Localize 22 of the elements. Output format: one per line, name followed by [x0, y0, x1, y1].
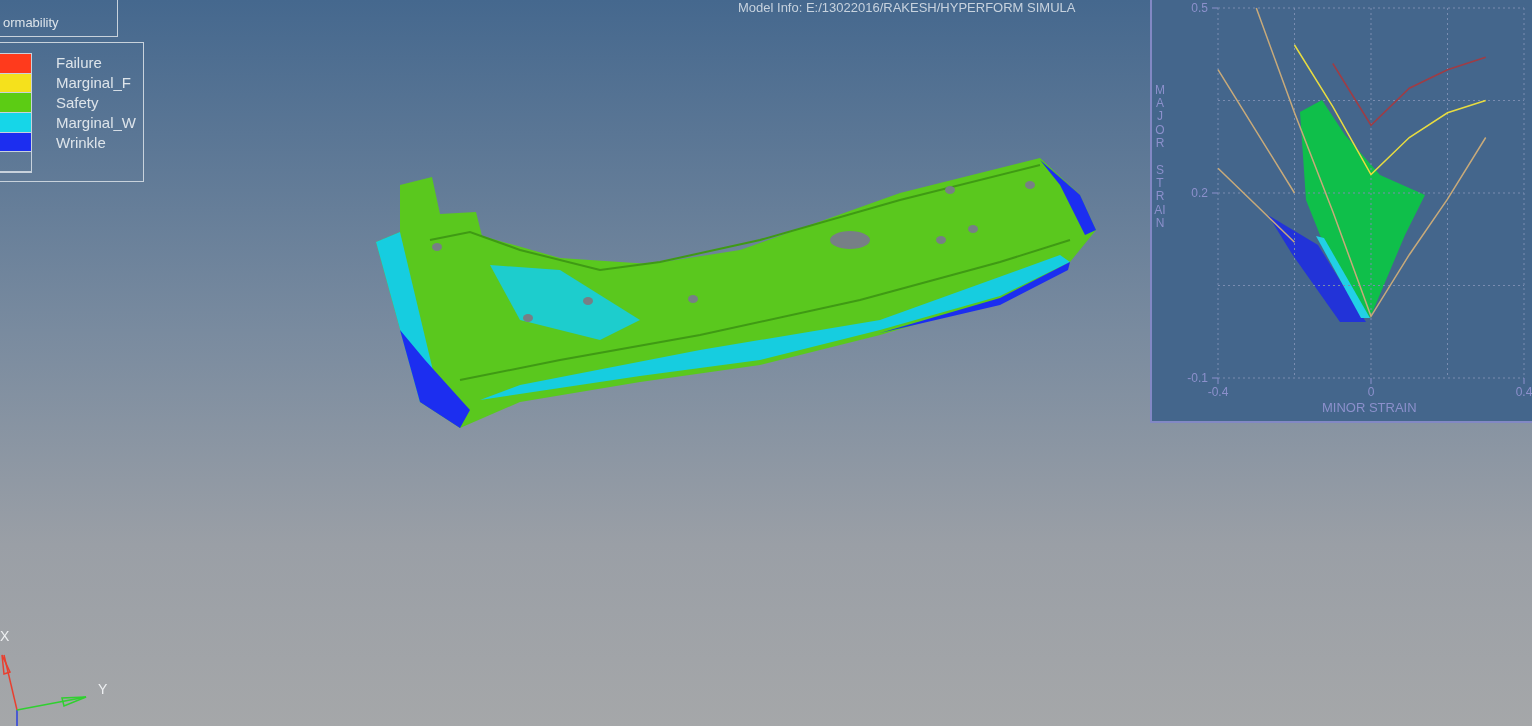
y-axis-tick: 0.5	[1191, 1, 1219, 15]
legend-label: Marginal_W	[56, 113, 137, 133]
legend-label: Marginal_F	[56, 73, 133, 93]
legend-label: Failure	[56, 53, 103, 73]
y-tick-label: -0.1	[1187, 371, 1209, 385]
y-axis-label: STRAIN	[1154, 163, 1166, 230]
y-tick-label: 0.5	[1191, 1, 1209, 15]
axis-label: Y	[98, 681, 108, 697]
result-title: ormability	[3, 15, 59, 30]
y-axis-tick: 0.2	[1191, 186, 1219, 200]
x-tick-label: -0.4	[1207, 385, 1229, 399]
x-axis-tick: 0	[1367, 377, 1375, 399]
x-axis-tick: 0.4	[1515, 377, 1532, 399]
axis-label: X	[0, 628, 10, 644]
x-tick-label: 0.4	[1515, 385, 1532, 399]
y-tick-label: 0.2	[1191, 186, 1209, 200]
model-info-text: Model Info: E:/13022016/RAKESH/HYPERFORM SIMULA	[738, 0, 1076, 15]
y-axis-label: MAJOR	[1154, 84, 1166, 150]
legend-label: Safety	[56, 93, 100, 113]
legend-label: Wrinkle	[56, 133, 107, 153]
x-axis-label: MINOR STRAIN	[1322, 400, 1417, 415]
x-tick-label: 0	[1367, 385, 1375, 399]
